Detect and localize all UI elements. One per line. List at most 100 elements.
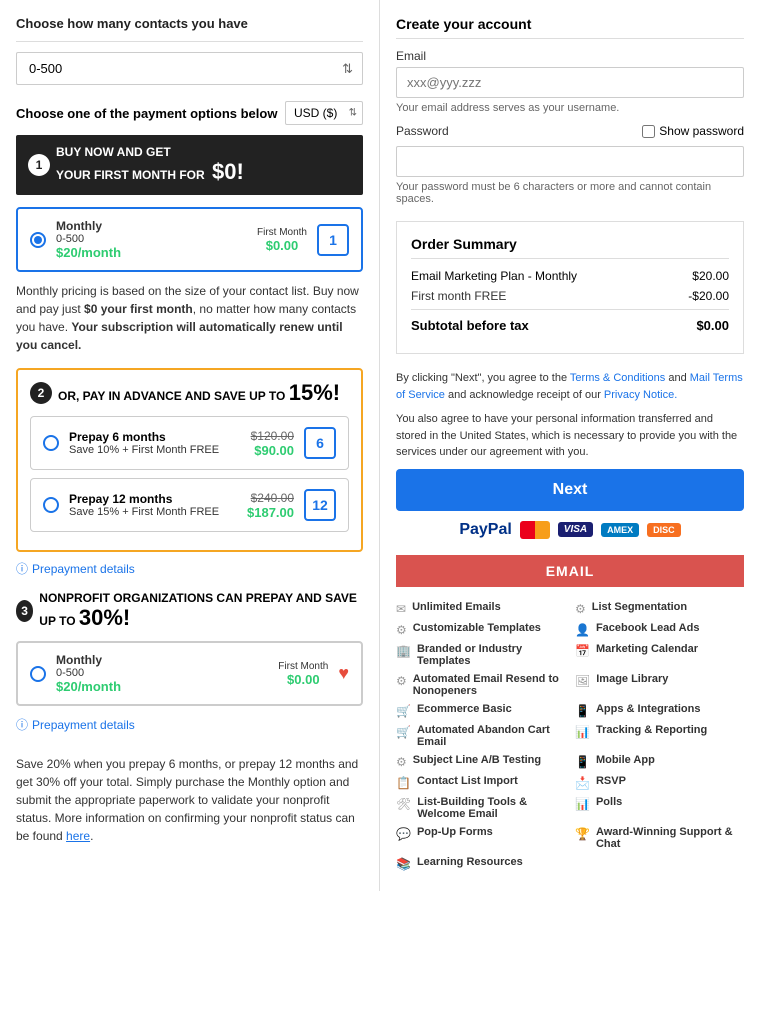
advance-badge: 2 bbox=[30, 382, 52, 404]
prepay-12-save: Save 15% + First Month FREE bbox=[69, 506, 237, 518]
contacts-label: Choose how many contacts you have bbox=[16, 16, 363, 31]
templates-icon: ⚙ bbox=[396, 623, 407, 637]
info-icon: ⓘ bbox=[16, 560, 28, 577]
nonprofit-first-month: First Month $0.00 bbox=[278, 661, 328, 687]
features-section: EMAIL ✉ Unlimited Emails ⚙ List Segmenta… bbox=[396, 555, 744, 875]
promo-line1: BUY NOW AND GET bbox=[56, 145, 171, 159]
resend-icon: ⚙ bbox=[396, 674, 407, 688]
show-password-checkbox[interactable] bbox=[642, 125, 655, 138]
prepay-12-card[interactable]: Prepay 12 months Save 15% + First Month … bbox=[30, 478, 349, 532]
promo-price: $0! bbox=[212, 159, 244, 184]
advance-pct: 15%! bbox=[289, 380, 340, 405]
mobile-icon: 📱 bbox=[575, 755, 590, 769]
monthly-plan-price: $20/month bbox=[56, 245, 247, 260]
monthly-plan-name: Monthly bbox=[56, 219, 247, 233]
fb-icon: 👤 bbox=[575, 623, 590, 637]
nonprofit-banner: 3 NONPROFIT ORGANIZATIONS CAN PREPAY AND… bbox=[16, 591, 363, 631]
password-hint: Your password must be 6 characters or mo… bbox=[396, 181, 744, 205]
order-discount-value: -$20.00 bbox=[688, 289, 729, 303]
advance-header: 2 OR, PAY IN ADVANCE AND SAVE UP TO 15%! bbox=[30, 380, 349, 406]
prepay-12-radio[interactable] bbox=[43, 497, 59, 513]
image-icon: 🖼 bbox=[575, 674, 590, 688]
prepay-6-calendar: 6 bbox=[304, 427, 336, 459]
promo-line2: YOUR FIRST MONTH FOR bbox=[56, 168, 205, 182]
monthly-radio[interactable] bbox=[30, 232, 46, 248]
left-panel: Choose how many contacts you have 0-500 … bbox=[0, 0, 380, 891]
terms-conditions-link[interactable]: Terms & Conditions bbox=[570, 372, 665, 384]
payment-options-label: Choose one of the payment options below bbox=[16, 106, 277, 121]
feature-mobile-app: 📱 Mobile App bbox=[575, 754, 744, 769]
nonprofit-section: 3 NONPROFIT ORGANIZATIONS CAN PREPAY AND… bbox=[16, 591, 363, 845]
feature-ecommerce: 🛒 Ecommerce Basic bbox=[396, 703, 565, 718]
next-button[interactable]: Next bbox=[396, 469, 744, 511]
prepay-6-radio[interactable] bbox=[43, 435, 59, 451]
privacy-link[interactable]: Privacy Notice. bbox=[604, 389, 677, 401]
feature-list-segmentation: ⚙ List Segmentation bbox=[575, 601, 744, 616]
nonprofit-first-month-label: First Month bbox=[278, 661, 328, 672]
calendar-feat-icon: 📅 bbox=[575, 644, 590, 658]
nonprofit-plan-info: Monthly 0-500 $20/month bbox=[56, 653, 268, 694]
monthly-plan-card[interactable]: Monthly 0-500 $20/month First Month $0.0… bbox=[16, 207, 363, 272]
feature-contact-import: 📋 Contact List Import bbox=[396, 775, 565, 790]
nonprofit-radio[interactable] bbox=[30, 666, 46, 682]
nonprofit-prepayment-link[interactable]: ⓘ Prepayment details bbox=[16, 716, 135, 733]
contacts-select[interactable]: 0-500 501-2500 2501-5000 bbox=[16, 52, 363, 85]
prepay-12-pricing: $240.00 $187.00 bbox=[247, 491, 294, 520]
prepay-12-info: Prepay 12 months Save 15% + First Month … bbox=[69, 492, 237, 518]
create-account-section: Create your account Email Your email add… bbox=[396, 16, 744, 205]
create-account-title: Create your account bbox=[396, 16, 744, 39]
features-grid: ✉ Unlimited Emails ⚙ List Segmentation ⚙… bbox=[396, 597, 744, 875]
monthly-calendar-icon: 1 bbox=[317, 224, 349, 256]
monthly-plan-range: 0-500 bbox=[56, 233, 247, 245]
feature-facebook-lead-ads: 👤 Facebook Lead Ads bbox=[575, 622, 744, 637]
feature-unlimited-emails: ✉ Unlimited Emails bbox=[396, 601, 565, 616]
terms-text-2: You also agree to have your personal inf… bbox=[396, 411, 744, 461]
show-password-label: Show password bbox=[659, 124, 744, 138]
info-icon-2: ⓘ bbox=[16, 716, 28, 733]
nonprofit-here-link[interactable]: here bbox=[66, 829, 90, 843]
monthly-plan-info: Monthly 0-500 $20/month bbox=[56, 219, 247, 260]
order-discount-label: First month FREE bbox=[411, 289, 506, 303]
prepayment-details-link[interactable]: ⓘ Prepayment details bbox=[16, 560, 135, 577]
feature-polls: 📊 Polls bbox=[575, 796, 744, 820]
visa-icon: VISA bbox=[558, 522, 593, 537]
polls-icon: 📊 bbox=[575, 797, 590, 811]
prepay-6-card[interactable]: Prepay 6 months Save 10% + First Month F… bbox=[30, 416, 349, 470]
nonprofit-pct: 30%! bbox=[79, 605, 130, 630]
feature-abandon-cart: 🛒 Automated Abandon Cart Email bbox=[396, 724, 565, 748]
learning-icon: 📚 bbox=[396, 857, 411, 871]
password-input[interactable] bbox=[396, 146, 744, 177]
heart-icon: ♥ bbox=[338, 663, 349, 684]
promo-badge: 1 bbox=[28, 154, 50, 176]
support-icon: 🏆 bbox=[575, 827, 590, 841]
nonprofit-plan-card[interactable]: Monthly 0-500 $20/month First Month $0.0… bbox=[16, 641, 363, 706]
currency-select[interactable]: USD ($) EUR (€) GBP (£) bbox=[285, 101, 363, 125]
nonprofit-plan-name: Monthly bbox=[56, 653, 268, 667]
ecommerce-icon: 🛒 bbox=[396, 704, 411, 718]
prepay-6-info: Prepay 6 months Save 10% + First Month F… bbox=[69, 430, 241, 456]
password-label: Password bbox=[396, 124, 449, 138]
feature-customizable-templates: ⚙ Customizable Templates bbox=[396, 622, 565, 637]
contacts-select-wrapper[interactable]: 0-500 501-2500 2501-5000 bbox=[16, 52, 363, 85]
email-icon: ✉ bbox=[396, 602, 406, 616]
nonprofit-title: NONPROFIT ORGANIZATIONS CAN PREPAY AND S… bbox=[39, 591, 363, 631]
order-summary-title: Order Summary bbox=[411, 236, 729, 259]
feature-marketing-calendar: 📅 Marketing Calendar bbox=[575, 643, 744, 667]
popup-icon: 💬 bbox=[396, 827, 411, 841]
features-header: EMAIL bbox=[396, 555, 744, 587]
features-title: EMAIL bbox=[404, 563, 736, 579]
order-row-discount: First month FREE -$20.00 bbox=[411, 289, 729, 303]
order-row-subtotal: Subtotal before tax $0.00 bbox=[411, 309, 729, 333]
payment-header: Choose one of the payment options below … bbox=[16, 101, 363, 125]
feature-apps-integrations: 📱 Apps & Integrations bbox=[575, 703, 744, 718]
mastercard-icon bbox=[520, 521, 550, 539]
discover-icon: DISC bbox=[647, 523, 681, 537]
monthly-first-month-label: First Month bbox=[257, 227, 307, 238]
prepay-12-discounted: $187.00 bbox=[247, 505, 294, 520]
prepay-12-label: Prepay 12 months bbox=[69, 492, 237, 506]
currency-select-wrapper[interactable]: USD ($) EUR (€) GBP (£) bbox=[285, 101, 363, 125]
email-input[interactable] bbox=[396, 67, 744, 98]
feature-image-library: 🖼 Image Library bbox=[575, 673, 744, 697]
feature-popup-forms: 💬 Pop-Up Forms bbox=[396, 826, 565, 850]
show-password-wrapper[interactable]: Show password bbox=[642, 124, 744, 138]
